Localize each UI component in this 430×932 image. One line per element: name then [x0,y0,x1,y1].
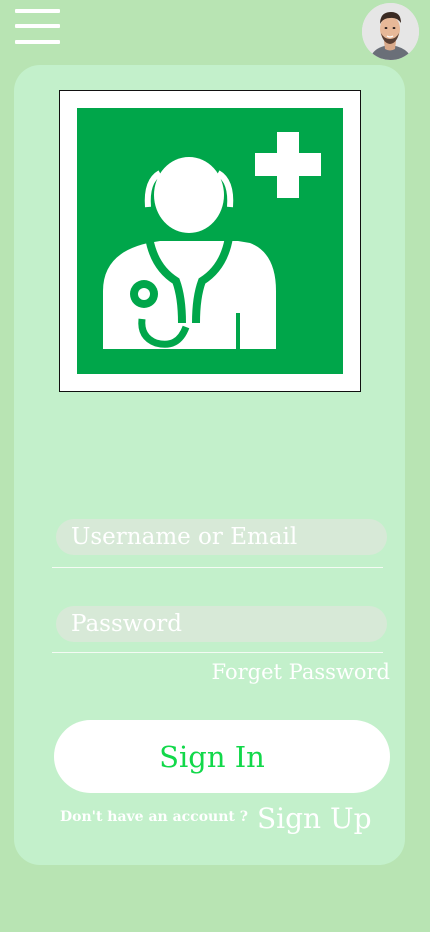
avatar-portrait-icon [362,3,419,60]
sign-up-link[interactable]: Sign Up [257,802,372,835]
no-account-text: Don't have an account ? [60,809,248,825]
login-card: Forget Password Sign In Don't have an ac… [14,65,405,865]
password-underline [52,652,383,653]
forget-password-link[interactable]: Forget Password [212,660,390,684]
avatar[interactable] [362,3,419,60]
hamburger-menu-icon[interactable] [15,9,61,47]
app-logo [59,90,361,392]
password-input[interactable] [56,606,387,642]
username-underline [52,567,383,568]
menu-bar [15,9,60,13]
menu-bar [15,40,60,44]
doctor-stethoscope-plus-icon [77,108,343,374]
username-input[interactable] [56,519,387,555]
menu-bar [15,24,60,28]
sign-in-button[interactable]: Sign In [54,720,390,793]
